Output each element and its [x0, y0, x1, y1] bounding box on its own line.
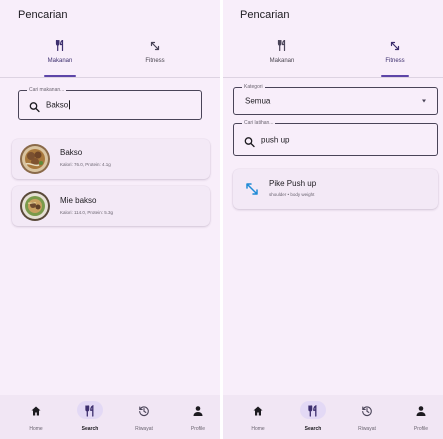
- tab-label: Fitness: [145, 58, 165, 64]
- nav-label: Profile: [413, 426, 429, 432]
- fork-knife-icon: [84, 404, 96, 417]
- bottom-navigation: Home Search Riwayat Profile: [223, 395, 443, 439]
- nav-home[interactable]: Home: [14, 401, 58, 437]
- tab-fitness[interactable]: Fitness: [351, 40, 439, 77]
- food-search-input[interactable]: Cari makanan... Bakso: [18, 87, 202, 120]
- search-tabs: Makanan Fitness: [0, 39, 220, 77]
- history-icon: [138, 404, 150, 417]
- nav-label: Search: [81, 426, 99, 432]
- search-icon: [244, 134, 255, 147]
- dropdown-arrow-icon: [422, 99, 426, 103]
- tab-label: Makanan: [269, 58, 295, 64]
- result-subtitle: Kalori: 76.0, Protein: 4.1g: [60, 162, 111, 167]
- nav-riwayat[interactable]: Riwayat: [122, 401, 166, 437]
- category-field-label: Kategori: [242, 84, 265, 91]
- mie-bakso-image: [20, 191, 50, 221]
- nav-label: Search: [304, 426, 322, 432]
- fitness-arrows-icon: [111, 40, 199, 56]
- nav-label: Home: [29, 426, 43, 432]
- food-search-screen: Pencarian Makanan Fitness Cari makanan..…: [0, 0, 220, 439]
- tab-fitness[interactable]: Fitness: [111, 40, 199, 77]
- result-title: Bakso: [60, 148, 83, 157]
- page-title: Pencarian: [240, 9, 290, 21]
- fork-knife-icon: [307, 404, 319, 417]
- search-value: push up: [261, 135, 290, 144]
- nav-search[interactable]: Search: [68, 401, 112, 437]
- nav-label: Profile: [190, 426, 206, 432]
- history-icon: [361, 404, 373, 417]
- fitness-search-screen: Pencarian Makanan Fitness Kategori Semua…: [223, 0, 443, 439]
- search-field-label: Cari makanan...: [27, 87, 67, 94]
- tab-label: Fitness: [385, 58, 405, 64]
- result-subtitle: shoulder • body weight: [269, 192, 315, 197]
- nav-profile[interactable]: Profile: [176, 401, 220, 437]
- bottom-navigation: Home Search Riwayat Profile: [0, 395, 220, 439]
- tabs-divider: [0, 77, 220, 78]
- search-value: Bakso: [46, 100, 69, 110]
- tab-makanan[interactable]: Makanan: [238, 39, 326, 77]
- bakso-image: [20, 144, 50, 174]
- result-subtitle: Kalori: 114.0, Protein: 5.3g: [60, 210, 113, 215]
- page-title: Pencarian: [18, 9, 68, 21]
- search-field-label: Cari latihan...: [242, 120, 276, 127]
- person-icon: [415, 404, 427, 416]
- home-icon: [30, 404, 42, 416]
- nav-label: Home: [251, 426, 265, 432]
- result-title: Mie bakso: [60, 196, 97, 205]
- fork-knife-icon: [238, 39, 326, 56]
- nav-label: Riwayat: [358, 426, 376, 432]
- result-title: Pike Push up: [269, 179, 317, 188]
- fitness-arrows-icon: [245, 182, 259, 196]
- nav-label: Riwayat: [135, 426, 153, 432]
- tab-makanan[interactable]: Makanan: [16, 39, 104, 77]
- text-caret: [69, 100, 71, 110]
- nav-riwayat[interactable]: Riwayat: [345, 401, 389, 437]
- category-value: Semua: [245, 96, 271, 106]
- nav-home[interactable]: Home: [236, 401, 280, 437]
- food-result-card[interactable]: Mie bakso Kalori: 114.0, Protein: 5.3g: [12, 186, 210, 226]
- fitness-arrows-icon: [351, 40, 439, 56]
- food-result-card[interactable]: Bakso Kalori: 76.0, Protein: 4.1g: [12, 139, 210, 179]
- search-icon: [29, 100, 40, 113]
- exercise-result-card[interactable]: Pike Push up shoulder • body weight: [233, 169, 438, 209]
- search-tabs: Makanan Fitness: [223, 39, 443, 77]
- nav-profile[interactable]: Profile: [399, 401, 443, 437]
- person-icon: [192, 404, 204, 416]
- category-select[interactable]: Kategori Semua: [233, 84, 438, 115]
- exercise-search-input[interactable]: Cari latihan... push up: [233, 120, 438, 156]
- nav-search[interactable]: Search: [291, 401, 335, 437]
- tabs-divider: [223, 77, 443, 78]
- fork-knife-icon: [16, 39, 104, 56]
- tab-label: Makanan: [47, 58, 73, 64]
- home-icon: [252, 404, 264, 416]
